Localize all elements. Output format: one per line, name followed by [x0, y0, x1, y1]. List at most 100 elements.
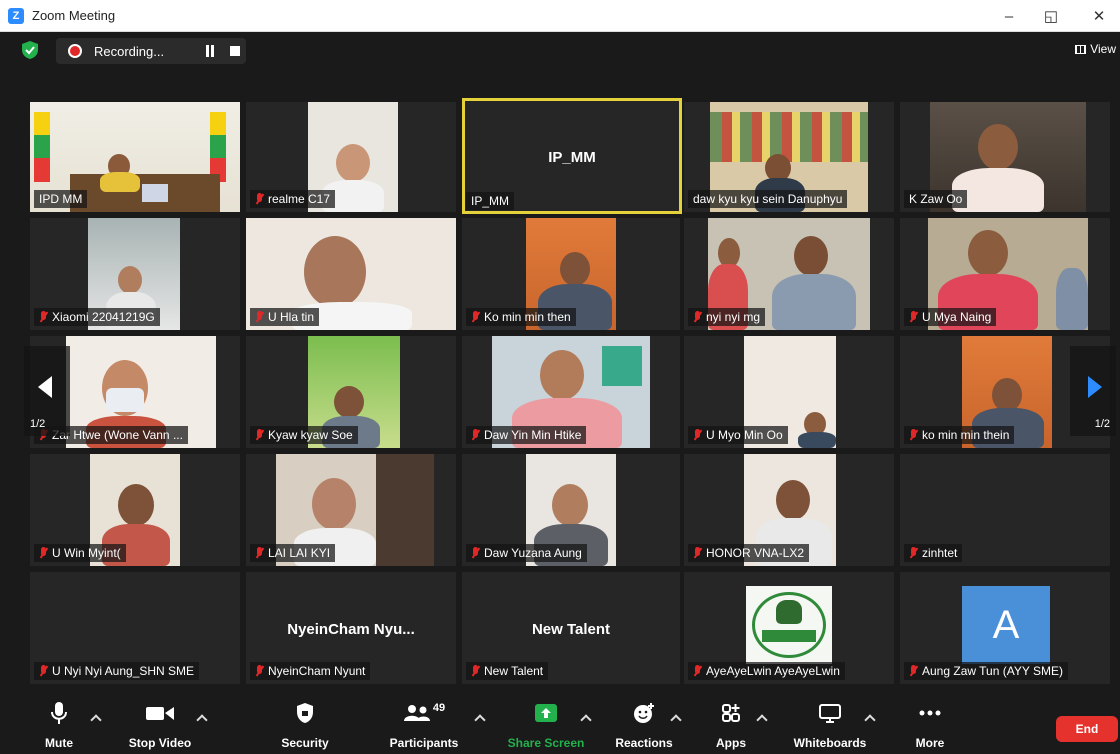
apps-icon: [722, 704, 740, 722]
mute-button[interactable]: Mute: [32, 700, 86, 754]
chevron-right-icon: [1088, 376, 1102, 398]
participant-name-label: U Mya Naing: [904, 308, 997, 326]
muted-mic-icon: [39, 546, 48, 560]
participant-name-label: New Talent: [466, 662, 549, 680]
participant-name-label: zinhtet: [904, 544, 963, 562]
video-tile[interactable]: AyeAyeLwin AyeAyeLwin: [684, 572, 894, 684]
security-button[interactable]: Security: [274, 700, 336, 754]
muted-mic-icon: [255, 192, 264, 206]
end-meeting-button[interactable]: End: [1056, 716, 1118, 742]
video-tile[interactable]: U Myo Min Oo: [684, 336, 894, 448]
video-tile[interactable]: NyeinCham Nyu... NyeinCham Nyunt: [246, 572, 456, 684]
participant-name-label: Ko min min then: [466, 308, 576, 326]
participant-name-label: Kyaw kyaw Soe: [250, 426, 358, 444]
participant-name-label: U Win Myint(: [34, 544, 126, 562]
avatar: A: [962, 586, 1050, 664]
reactions-button[interactable]: Reactions: [612, 700, 676, 754]
participant-name-label: U Myo Min Oo: [688, 426, 788, 444]
window-title: Zoom Meeting: [32, 8, 116, 23]
chevron-left-icon: [38, 376, 52, 398]
participant-name-label: U Hla tin: [250, 308, 320, 326]
profile-picture: [746, 586, 832, 664]
video-tile[interactable]: realme C17: [246, 102, 456, 212]
more-button[interactable]: More: [906, 700, 954, 754]
whiteboard-icon: [819, 704, 841, 723]
video-tile[interactable]: Daw Yuzana Aung: [462, 454, 680, 566]
video-tile[interactable]: daw kyu kyu sein Danuphyu: [684, 102, 894, 212]
more-dots-icon: [919, 710, 941, 716]
next-page-button[interactable]: 1/2: [1070, 346, 1116, 436]
video-tile[interactable]: nyi nyi mg: [684, 218, 894, 330]
participant-name-label: NyeinCham Nyunt: [250, 662, 371, 680]
video-tile[interactable]: U Mya Naing: [900, 218, 1110, 330]
shield-icon: [297, 703, 313, 723]
participants-button[interactable]: 49 Participants: [384, 700, 464, 754]
participant-name-label: Daw Yin Min Htike: [466, 426, 587, 444]
security-shield-icon[interactable]: [22, 41, 38, 59]
share-screen-button[interactable]: Share Screen: [502, 700, 590, 754]
pause-recording-button[interactable]: [204, 45, 216, 57]
participant-display-name: IP_MM: [548, 149, 596, 167]
video-tile[interactable]: New Talent New Talent: [462, 572, 680, 684]
muted-mic-icon: [255, 546, 264, 560]
participant-display-name: NyeinCham Nyu...: [287, 621, 415, 639]
muted-mic-icon: [39, 664, 48, 678]
muted-mic-icon: [909, 428, 918, 442]
participant-display-name: New Talent: [531, 621, 611, 639]
video-tile[interactable]: K Zaw Oo: [900, 102, 1110, 212]
video-tile[interactable]: U Hla tin: [246, 218, 456, 330]
video-tile[interactable]: zinhtet: [900, 454, 1110, 566]
participant-name-label: HONOR VNA-LX2: [688, 544, 810, 562]
video-grid: IPD MM realme C17 IP_MM IP_MM daw kyu ky…: [0, 96, 1120, 686]
recording-indicator: Recording...: [56, 38, 246, 64]
video-tile[interactable]: LAI LAI KYI: [246, 454, 456, 566]
view-button[interactable]: View: [1075, 42, 1116, 56]
muted-mic-icon: [255, 664, 264, 678]
view-label: View: [1090, 42, 1116, 56]
muted-mic-icon: [693, 664, 702, 678]
participants-count: 49: [432, 702, 446, 714]
video-tile[interactable]: Ko min min then: [462, 218, 680, 330]
video-tile[interactable]: Kyaw kyaw Soe: [246, 336, 456, 448]
participant-name-label: K Zaw Oo: [904, 190, 968, 208]
recording-dot-icon: [68, 44, 82, 58]
muted-mic-icon: [693, 546, 702, 560]
participant-name-label: realme C17: [250, 190, 336, 208]
participant-name-label: nyi nyi mg: [688, 308, 766, 326]
muted-mic-icon: [471, 546, 480, 560]
participant-name-label: Xiaomi 22041219G: [34, 308, 160, 326]
stop-recording-button[interactable]: [230, 46, 240, 56]
grid-view-icon: [1075, 44, 1087, 54]
muted-mic-icon: [255, 310, 264, 324]
minimize-button[interactable]: –: [990, 0, 1028, 32]
video-tile[interactable]: U Win Myint(: [30, 454, 240, 566]
participant-name-label: Aung Zaw Tun (AYY SME): [904, 662, 1068, 680]
muted-mic-icon: [255, 428, 264, 442]
stop-video-button[interactable]: Stop Video: [120, 700, 200, 754]
video-tile[interactable]: IPD MM: [30, 102, 240, 212]
participant-name-label: IP_MM: [466, 192, 515, 210]
recording-label: Recording...: [94, 43, 165, 59]
restore-button[interactable]: ◱: [1032, 0, 1070, 32]
video-tile[interactable]: HONOR VNA-LX2: [684, 454, 894, 566]
video-tile-active-speaker[interactable]: IP_MM IP_MM: [462, 98, 682, 214]
muted-mic-icon: [693, 310, 702, 324]
video-tile[interactable]: A Aung Zaw Tun (AYY SME): [900, 572, 1110, 684]
video-tile[interactable]: Xiaomi 22041219G: [30, 218, 240, 330]
video-tile[interactable]: U Nyi Nyi Aung_SHN SME: [30, 572, 240, 684]
participant-name-label: U Nyi Nyi Aung_SHN SME: [34, 662, 200, 680]
muted-mic-icon: [471, 310, 480, 324]
muted-mic-icon: [909, 310, 918, 324]
participant-name-label: Daw Yuzana Aung: [466, 544, 587, 562]
participant-name-label: LAI LAI KYI: [250, 544, 336, 562]
whiteboards-button[interactable]: Whiteboards: [786, 700, 874, 754]
muted-mic-icon: [471, 664, 480, 678]
close-button[interactable]: ✕: [1080, 0, 1118, 32]
muted-mic-icon: [693, 428, 702, 442]
previous-page-button[interactable]: 1/2: [24, 346, 70, 436]
reactions-smiley-icon: [634, 703, 654, 723]
apps-button[interactable]: Apps: [704, 700, 758, 754]
muted-mic-icon: [39, 310, 48, 324]
video-tile[interactable]: Daw Yin Min Htike: [462, 336, 680, 448]
video-camera-icon: [146, 707, 174, 720]
